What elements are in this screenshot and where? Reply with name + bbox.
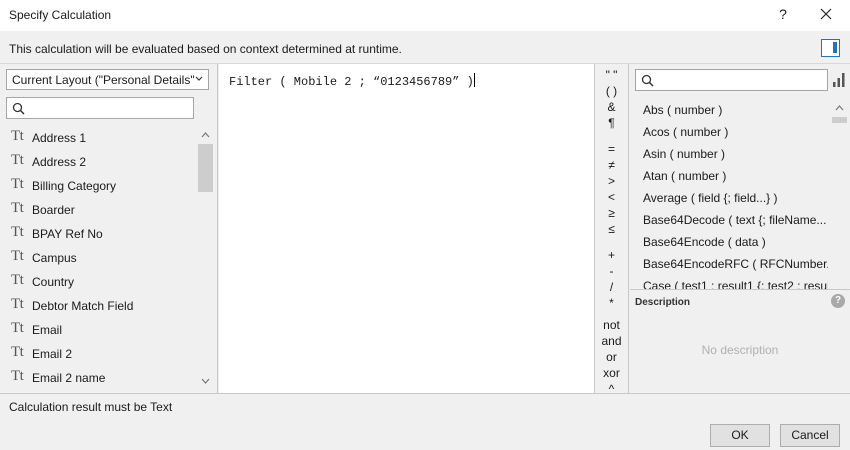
- field-label: Address 1: [32, 131, 87, 145]
- description-label: Description: [635, 297, 691, 308]
- function-list-scrollbar[interactable]: [831, 99, 848, 321]
- field-label: Boarder: [32, 203, 75, 217]
- field-item[interactable]: Tt Email 2: [0, 342, 195, 366]
- text-field-icon: Tt: [11, 200, 24, 216]
- field-item[interactable]: Tt Campus: [0, 246, 195, 270]
- formula-editor[interactable]: Filter ( Mobile 2 ; “0123456789” ): [219, 64, 594, 393]
- function-item[interactable]: Average ( field {; field...} ): [643, 191, 828, 205]
- field-label: Email 2: [32, 347, 73, 361]
- text-field-icon: Tt: [11, 224, 24, 240]
- function-item[interactable]: Base64Decode ( text {; fileName...: [643, 213, 828, 227]
- operator-button[interactable]: ≠: [595, 158, 628, 172]
- field-label: Email: [32, 323, 63, 337]
- field-item[interactable]: Tt Debtor Match Field: [0, 294, 195, 318]
- field-item[interactable]: Tt Address 2: [0, 150, 195, 174]
- text-field-icon: Tt: [11, 128, 24, 144]
- help-icon[interactable]: ?: [831, 294, 845, 308]
- help-button[interactable]: ?: [774, 5, 792, 23]
- text-field-icon: Tt: [11, 344, 24, 360]
- field-label: Email 2 name: [32, 371, 106, 385]
- operator-button[interactable]: +: [595, 248, 628, 262]
- search-icon: [641, 74, 654, 87]
- field-item[interactable]: Tt BPAY Ref No: [0, 222, 195, 246]
- layout-dropdown-value: Current Layout ("Personal Details": [12, 73, 195, 87]
- scroll-thumb[interactable]: [832, 117, 847, 123]
- function-list: Abs ( number ) Acos ( number ) Asin ( numb…: [630, 99, 830, 321]
- operator-button[interactable]: *: [595, 296, 628, 310]
- text-field-icon: Tt: [11, 272, 24, 288]
- scroll-down-icon[interactable]: [197, 374, 214, 388]
- operator-button[interactable]: " ": [595, 68, 628, 82]
- field-label: Campus: [32, 251, 77, 265]
- context-info-bar: This calculation will be evaluated based…: [0, 31, 850, 64]
- function-item[interactable]: Abs ( number ): [643, 103, 828, 117]
- function-item[interactable]: Base64Encode ( data ): [643, 235, 828, 249]
- field-search-input[interactable]: [6, 97, 194, 119]
- cancel-button[interactable]: Cancel: [780, 424, 840, 447]
- field-label: Country: [32, 275, 75, 289]
- close-icon: [820, 8, 832, 20]
- text-field-icon: Tt: [11, 248, 24, 264]
- text-field-icon: Tt: [11, 320, 24, 336]
- text-field-icon: Tt: [11, 176, 24, 192]
- no-description-text: No description: [701, 343, 779, 357]
- operator-button[interactable]: and: [595, 334, 628, 348]
- text-field-icon: Tt: [11, 368, 24, 384]
- result-type-text: Calculation result must be Text: [9, 400, 173, 414]
- scroll-thumb[interactable]: [198, 144, 213, 192]
- text-caret: [473, 73, 475, 87]
- operator-button[interactable]: &: [595, 100, 628, 114]
- field-item[interactable]: Tt Address 1: [0, 126, 195, 150]
- field-item[interactable]: Tt Billing Category: [0, 174, 195, 198]
- field-item[interactable]: Tt Email: [0, 318, 195, 342]
- operator-button[interactable]: ( ): [595, 84, 628, 98]
- context-message: This calculation will be evaluated based…: [9, 42, 402, 56]
- close-button[interactable]: [812, 3, 840, 25]
- description-panel: No description: [630, 313, 850, 393]
- field-label: Debtor Match Field: [32, 299, 134, 313]
- text-field-icon: Tt: [11, 152, 24, 168]
- field-list-scrollbar[interactable]: [197, 128, 214, 388]
- dialog-footer: Calculation result must be Text OK Cance…: [0, 393, 850, 450]
- description-header: Description ?: [630, 289, 850, 313]
- field-label: Billing Category: [32, 179, 117, 193]
- panel-toggle-icon[interactable]: [821, 39, 840, 57]
- operator-button[interactable]: xor: [595, 366, 628, 380]
- function-item[interactable]: Atan ( number ): [643, 169, 828, 183]
- chevron-down-icon: [195, 76, 203, 81]
- operator-button[interactable]: =: [595, 142, 628, 156]
- operator-button[interactable]: ≤: [595, 222, 628, 236]
- operator-button[interactable]: /: [595, 280, 628, 294]
- formula-text: Filter ( Mobile 2 ; “0123456789” ): [229, 75, 474, 89]
- function-item[interactable]: Asin ( number ): [643, 147, 828, 161]
- operator-button[interactable]: -: [595, 264, 628, 278]
- operator-palette: " "( ) & ¶ = ≠ > < ≥ ≤ + - / * not and or xor ^: [594, 64, 629, 396]
- function-item[interactable]: Acos ( number ): [643, 125, 828, 139]
- window-title: Specify Calculation: [9, 8, 112, 22]
- search-icon: [12, 102, 25, 115]
- field-label: BPAY Ref No: [32, 227, 103, 241]
- operator-button[interactable]: <: [595, 190, 628, 204]
- function-category-icon[interactable]: [832, 72, 846, 88]
- text-field-icon: Tt: [11, 296, 24, 312]
- field-item[interactable]: Tt Country: [0, 270, 195, 294]
- operator-button[interactable]: ≥: [595, 206, 628, 220]
- function-item[interactable]: Base64EncodeRFC ( RFCNumber...: [643, 257, 828, 271]
- functions-pane: Abs ( number ) Acos ( number ) Asin ( numb…: [630, 64, 850, 393]
- field-label: Address 2: [32, 155, 87, 169]
- field-list: Tt Address 1 Tt Address 2 Tt Billing Category…: [0, 126, 215, 391]
- ok-button[interactable]: OK: [710, 424, 770, 447]
- title-bar: Specify Calculation ?: [0, 0, 850, 31]
- operator-button[interactable]: ¶: [595, 116, 628, 130]
- layout-dropdown[interactable]: Current Layout ("Personal Details": [6, 69, 209, 90]
- field-item[interactable]: Tt Boarder: [0, 198, 195, 222]
- scroll-up-icon[interactable]: [831, 101, 848, 115]
- operator-button[interactable]: not: [595, 318, 628, 332]
- operator-button[interactable]: >: [595, 174, 628, 188]
- function-search-input[interactable]: [635, 69, 828, 91]
- operator-button[interactable]: or: [595, 350, 628, 364]
- fields-pane: Current Layout ("Personal Details" Tt Add…: [0, 64, 218, 393]
- scroll-up-icon[interactable]: [197, 128, 214, 142]
- field-item[interactable]: Tt Email 2 name: [0, 366, 195, 390]
